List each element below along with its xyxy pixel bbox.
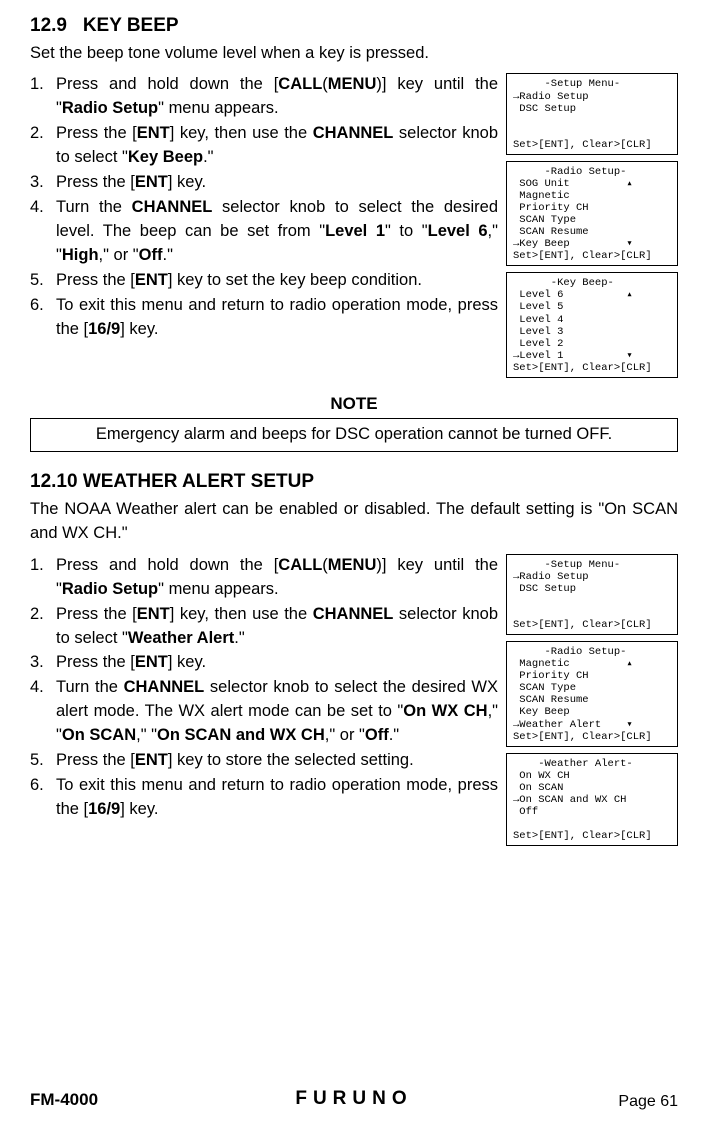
step-text: To exit this menu and return to radio op… bbox=[56, 774, 498, 822]
step-number: 5. bbox=[30, 749, 56, 773]
page-footer: FM-4000 FURUNO Page 61 bbox=[30, 1088, 678, 1113]
list-item: 4.Turn the CHANNEL selector knob to sele… bbox=[30, 196, 498, 268]
step-number: 2. bbox=[30, 122, 56, 170]
steps-list: 1.Press and hold down the [CALL(MENU)] k… bbox=[30, 73, 498, 377]
step-number: 4. bbox=[30, 196, 56, 268]
list-item: 1.Press and hold down the [CALL(MENU)] k… bbox=[30, 554, 498, 602]
section-key-beep: 12.9 KEY BEEP Set the beep tone volume l… bbox=[30, 12, 678, 378]
section-title: 12.9 KEY BEEP bbox=[30, 12, 678, 40]
step-number: 1. bbox=[30, 554, 56, 602]
step-text: Turn the CHANNEL selector knob to select… bbox=[56, 676, 498, 748]
steps-list: 1.Press and hold down the [CALL(MENU)] k… bbox=[30, 554, 498, 846]
step-number: 3. bbox=[30, 651, 56, 675]
note-box: Emergency alarm and beeps for DSC operat… bbox=[30, 418, 678, 452]
step-text: To exit this menu and return to radio op… bbox=[56, 294, 498, 342]
step-number: 1. bbox=[30, 73, 56, 121]
section-intro: Set the beep tone volume level when a ke… bbox=[30, 42, 678, 66]
list-item: 4.Turn the CHANNEL selector knob to sele… bbox=[30, 676, 498, 748]
list-item: 1.Press and hold down the [CALL(MENU)] k… bbox=[30, 73, 498, 121]
section-number: 12.9 bbox=[30, 15, 67, 36]
list-item: 5.Press the [ENT] key to set the key bee… bbox=[30, 269, 498, 293]
lcd-screen: -Setup Menu- →Radio Setup DSC Setup Set>… bbox=[506, 554, 678, 635]
step-text: Press the [ENT] key, then use the CHANNE… bbox=[56, 122, 498, 170]
step-number: 4. bbox=[30, 676, 56, 748]
section-number: 12.10 bbox=[30, 471, 78, 492]
step-text: Press the [ENT] key. bbox=[56, 651, 498, 675]
step-text: Press and hold down the [CALL(MENU)] key… bbox=[56, 554, 498, 602]
step-text: Press the [ENT] key. bbox=[56, 171, 498, 195]
list-item: 6.To exit this menu and return to radio … bbox=[30, 774, 498, 822]
section-intro: The NOAA Weather alert can be enabled or… bbox=[30, 498, 678, 546]
step-number: 5. bbox=[30, 269, 56, 293]
list-item: 3.Press the [ENT] key. bbox=[30, 651, 498, 675]
list-item: 2.Press the [ENT] key, then use the CHAN… bbox=[30, 122, 498, 170]
screens-column: -Setup Menu- →Radio Setup DSC Setup Set>… bbox=[506, 554, 678, 846]
lcd-screen: -Setup Menu- →Radio Setup DSC Setup Set>… bbox=[506, 73, 678, 154]
note-title: NOTE bbox=[30, 392, 678, 417]
lcd-screen: -Key Beep- Level 6 ▴ Level 5 Level 4 Lev… bbox=[506, 272, 678, 378]
step-text: Press and hold down the [CALL(MENU)] key… bbox=[56, 73, 498, 121]
step-number: 2. bbox=[30, 603, 56, 651]
list-item: 6.To exit this menu and return to radio … bbox=[30, 294, 498, 342]
lcd-screen: -Weather Alert- On WX CH On SCAN →On SCA… bbox=[506, 753, 678, 846]
screens-column: -Setup Menu- →Radio Setup DSC Setup Set>… bbox=[506, 73, 678, 377]
content-row: 1.Press and hold down the [CALL(MENU)] k… bbox=[30, 554, 678, 846]
list-item: 5.Press the [ENT] key to store the selec… bbox=[30, 749, 498, 773]
step-number: 6. bbox=[30, 774, 56, 822]
section-title: 12.10 WEATHER ALERT SETUP bbox=[30, 468, 678, 496]
brand-logo: FURUNO bbox=[30, 1085, 678, 1113]
lcd-screen: -Radio Setup- Magnetic ▴ Priority CH SCA… bbox=[506, 641, 678, 747]
list-item: 2.Press the [ENT] key, then use the CHAN… bbox=[30, 603, 498, 651]
section-name: WEATHER ALERT SETUP bbox=[83, 471, 314, 492]
step-text: Press the [ENT] key to set the key beep … bbox=[56, 269, 498, 293]
section-weather-alert: 12.10 WEATHER ALERT SETUP The NOAA Weath… bbox=[30, 468, 678, 846]
step-number: 6. bbox=[30, 294, 56, 342]
step-text: Turn the CHANNEL selector knob to select… bbox=[56, 196, 498, 268]
step-number: 3. bbox=[30, 171, 56, 195]
step-text: Press the [ENT] key, then use the CHANNE… bbox=[56, 603, 498, 651]
list-item: 3.Press the [ENT] key. bbox=[30, 171, 498, 195]
section-name: KEY BEEP bbox=[83, 15, 179, 36]
content-row: 1.Press and hold down the [CALL(MENU)] k… bbox=[30, 73, 678, 377]
lcd-screen: -Radio Setup- SOG Unit ▴ Magnetic Priori… bbox=[506, 161, 678, 267]
step-text: Press the [ENT] key to store the selecte… bbox=[56, 749, 498, 773]
